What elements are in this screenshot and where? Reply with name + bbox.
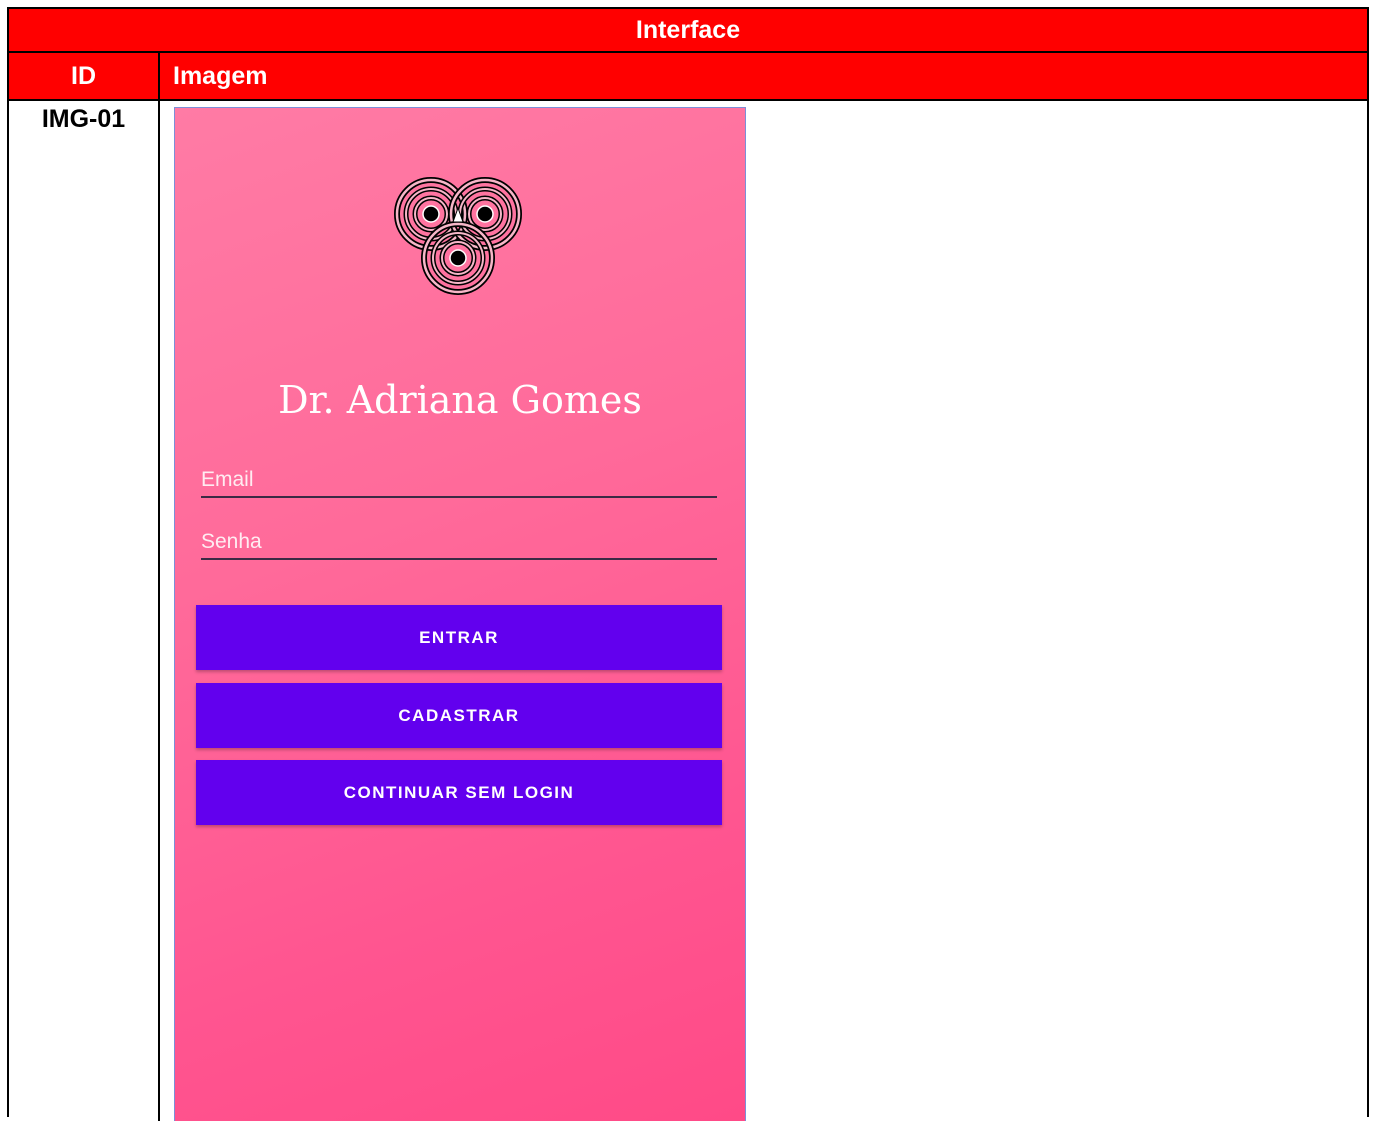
table-title: Interface [9,9,1367,53]
row-id-cell: IMG-01 [9,101,160,1121]
column-header-image: Imagem [173,61,268,90]
password-placeholder: Senha [201,530,262,553]
table-row: IMG-01 Dr. Adriana Gomes Email Senha ENT… [9,101,1367,1121]
triple-spiral-icon [394,177,522,295]
login-button[interactable]: ENTRAR [196,605,722,670]
continue-without-login-button[interactable]: CONTINUAR SEM LOGIN [196,760,722,825]
interface-table: Interface ID Imagem IMG-01 Dr. Adriana G… [7,7,1369,1121]
email-field[interactable]: Email [201,464,717,498]
app-title: Dr. Adriana Gomes [278,378,642,422]
email-placeholder: Email [201,468,254,491]
app-screenshot: Dr. Adriana Gomes Email Senha ENTRAR CAD… [174,107,746,1121]
table-header-row: ID Imagem [9,53,1367,101]
column-header-id: ID [9,53,160,99]
password-field[interactable]: Senha [201,526,717,560]
register-button[interactable]: CADASTRAR [196,683,722,748]
table-title-text: Interface [635,15,741,44]
